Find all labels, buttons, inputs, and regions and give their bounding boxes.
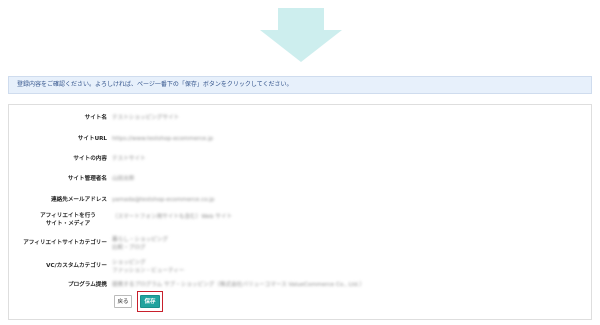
- label-site-name: サイト名: [84, 115, 107, 121]
- confirmation-notice: 登録内容をご確認ください。よろしければ、ページ一番下の「保存」ボタンをクリックし…: [8, 76, 592, 94]
- save-button[interactable]: 保存: [140, 295, 160, 308]
- value-contact-email: yamada@testshop-ecommerce.co.jp: [112, 197, 215, 203]
- value-site-url: https://www.testshop-ecommerce.jp: [112, 136, 214, 142]
- label-site-content: サイトの内容: [73, 156, 107, 162]
- label-program: プログラム提携: [68, 282, 107, 288]
- label-affiliate-media: アフィリエイトを行う サイト・メディア: [40, 213, 96, 227]
- value-site-admin: 山田太郎: [112, 176, 135, 182]
- value-vc-category: ショッピング ファッション・ビューティー: [112, 260, 185, 274]
- label-site-url: サイトURL: [77, 136, 107, 142]
- form-panel: サイト名 テストショッピングサイト サイトURL https://www.tes…: [8, 104, 592, 320]
- value-affiliate-category: 暮らし・ショッピング 比較・ブログ: [112, 237, 168, 251]
- confirm-page: 登録内容をご確認ください。よろしければ、ページ一番下の「保存」ボタンをクリックし…: [0, 0, 600, 325]
- down-arrow-icon: [260, 8, 342, 62]
- label-site-admin: サイト管理者名: [67, 176, 107, 182]
- value-site-name: テストショッピングサイト: [112, 115, 180, 121]
- label-affiliate-category: アフィリエイトサイトカテゴリー: [23, 240, 107, 246]
- label-contact-email: 連絡先メールアドレス: [51, 197, 107, 203]
- value-site-content: テストサイト: [112, 156, 146, 162]
- back-button[interactable]: 戻る: [114, 295, 132, 308]
- value-affiliate-media: （スマートフォン用サイトも含む）Web サイト: [112, 214, 233, 220]
- value-program: 提携するプログラム サブ・ショッピング（株式会社バリューコマース ValueCo…: [112, 282, 365, 288]
- label-vc-category: VC/カスタムカテゴリー: [46, 263, 107, 269]
